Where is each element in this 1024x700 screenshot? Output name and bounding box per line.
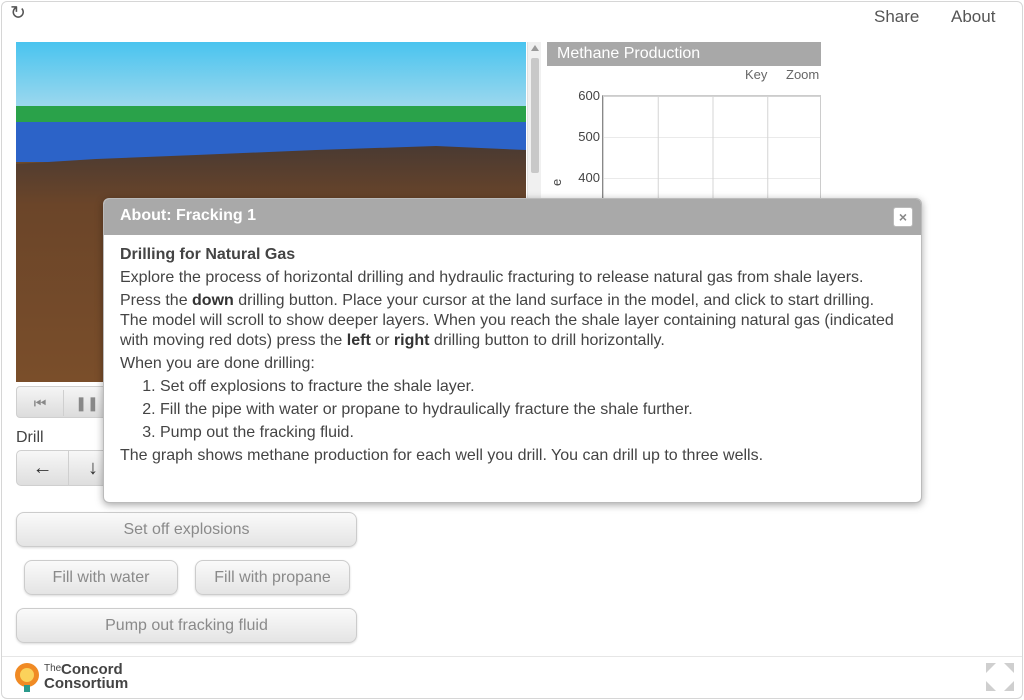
dialog-paragraph: Explore the process of horizontal drilli… — [120, 269, 864, 286]
drill-buttons: ← ↓ — [16, 450, 116, 486]
fill-propane-button[interactable]: Fill with propane — [195, 560, 350, 595]
reload-icon[interactable]: ↻ — [10, 4, 30, 24]
about-link[interactable]: About — [951, 7, 995, 27]
list-item: Pump out the fracking fluid. — [160, 423, 905, 443]
dialog-body: Drilling for Natural Gas Explore the pro… — [104, 235, 921, 466]
list-item: Fill the pipe with water or propane to h… — [160, 400, 905, 420]
steps-list: Set off explosions to fracture the shale… — [120, 377, 905, 443]
playback-controls: ⏮ ❚❚ — [16, 386, 116, 418]
concord-logo-icon[interactable] — [12, 659, 46, 695]
close-button[interactable]: × — [893, 207, 913, 227]
dialog-title: About: Fracking 1 — [120, 207, 257, 224]
set-off-explosions-button[interactable]: Set off explosions — [16, 512, 357, 547]
dialog-header: About: Fracking 1 × — [104, 199, 921, 235]
graph-plot-area — [602, 95, 821, 210]
scroll-thumb[interactable] — [531, 58, 539, 173]
fill-water-button[interactable]: Fill with water — [24, 560, 178, 595]
y-tick-label: 500 — [578, 129, 600, 144]
y-tick-label: 400 — [578, 170, 600, 185]
graph-zoom-button[interactable]: Zoom — [786, 67, 819, 82]
fullscreen-icon[interactable] — [984, 661, 1016, 693]
drill-label: Drill — [16, 429, 44, 446]
about-dialog: About: Fracking 1 × Drilling for Natural… — [103, 198, 922, 503]
reset-icon[interactable]: ⏮ — [25, 393, 55, 413]
dialog-paragraph: Press the down drilling button. Place yo… — [120, 292, 894, 349]
footer-divider — [2, 656, 1022, 657]
graph-key-button[interactable]: Key — [745, 67, 767, 82]
logo-text-small: The — [44, 663, 62, 674]
y-tick-label: 600 — [578, 88, 600, 103]
divider — [63, 390, 64, 416]
list-item: Set off explosions to fracture the shale… — [160, 377, 905, 397]
y-axis-label: e — [549, 178, 564, 186]
graph-title: Methane Production — [547, 42, 821, 66]
dialog-paragraph: The graph shows methane production for e… — [120, 447, 764, 464]
share-link[interactable]: Share — [874, 7, 919, 27]
scroll-up-arrow[interactable] — [531, 45, 539, 51]
dialog-heading: Drilling for Natural Gas — [120, 246, 296, 263]
pump-out-button[interactable]: Pump out fracking fluid — [16, 608, 357, 643]
dialog-paragraph: When you are done drilling: — [120, 355, 315, 372]
pause-icon[interactable]: ❚❚ — [72, 393, 102, 413]
logo-text-line2: Consortium — [44, 675, 129, 692]
drill-left-button[interactable]: ← — [17, 451, 69, 485]
